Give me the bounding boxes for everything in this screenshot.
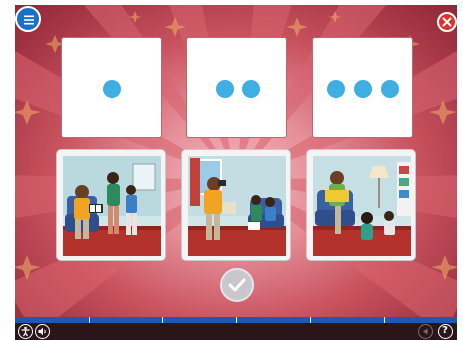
close-button[interactable] xyxy=(437,12,457,32)
grandfather-binoculars-illustration xyxy=(188,156,286,256)
help-button[interactable]: ? xyxy=(438,324,453,339)
dot-card-one xyxy=(61,37,162,138)
picture-card-family-album[interactable] xyxy=(56,149,166,261)
dot-card-three xyxy=(312,37,413,138)
grandfather-reading-book-illustration xyxy=(313,156,411,256)
picture-card-binoculars[interactable] xyxy=(181,149,291,261)
dot xyxy=(327,80,345,98)
menu-icon xyxy=(24,15,34,25)
check-answer-button[interactable] xyxy=(220,268,254,302)
dot xyxy=(216,80,234,98)
replay-button[interactable] xyxy=(418,324,433,339)
activity-stage xyxy=(15,5,457,323)
dot xyxy=(242,80,260,98)
accessibility-button[interactable] xyxy=(18,324,33,339)
dot xyxy=(354,80,372,98)
dot xyxy=(381,80,399,98)
menu-button[interactable] xyxy=(15,6,41,32)
dot-card-two xyxy=(186,37,287,138)
picture-card-reading[interactable] xyxy=(306,149,416,261)
checkmark-icon xyxy=(228,278,246,292)
replay-icon xyxy=(423,328,428,335)
activity-screen: ? xyxy=(0,0,463,340)
accessibility-icon xyxy=(21,326,30,337)
close-icon xyxy=(442,17,452,27)
speaker-icon xyxy=(38,327,46,336)
audio-button[interactable] xyxy=(35,324,50,339)
family-photo-album-illustration xyxy=(63,156,161,256)
help-icon: ? xyxy=(442,325,448,336)
dot xyxy=(103,80,121,98)
footer-bar: ? xyxy=(15,323,457,340)
